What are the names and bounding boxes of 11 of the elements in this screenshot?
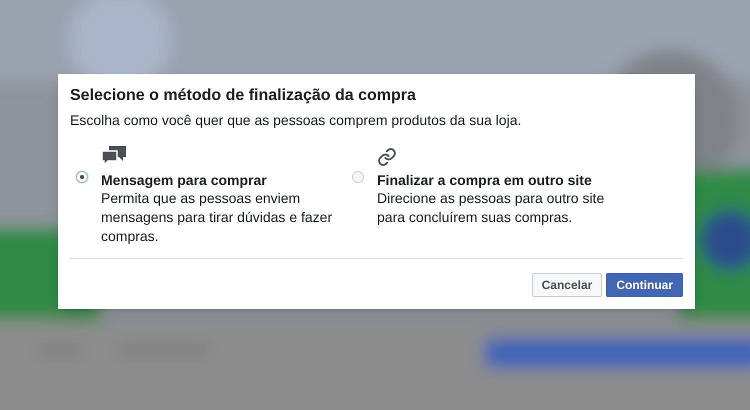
cancel-button[interactable]: Cancelar xyxy=(532,273,602,297)
dialog-title: Selecione o método de finalização da compra xyxy=(70,86,417,106)
option-label[interactable]: Finalizar a compra em outro site xyxy=(377,171,617,189)
option-label[interactable]: Mensagem para comprar xyxy=(101,171,341,189)
dialog-subtitle: Escolha como você quer que as pessoas comprem produtos da sua loja. xyxy=(70,111,522,129)
link-icon xyxy=(377,147,397,167)
radio-button[interactable] xyxy=(76,171,88,183)
option-description: Direcione as pessoas para outro site para concluírem suas compras. xyxy=(377,189,606,227)
radio-button[interactable] xyxy=(352,171,364,183)
continue-button[interactable]: Continuar xyxy=(606,273,683,297)
option-description: Permita que as pessoas enviem mensagens para tirar dúvidas e fazer compras. xyxy=(101,189,334,246)
